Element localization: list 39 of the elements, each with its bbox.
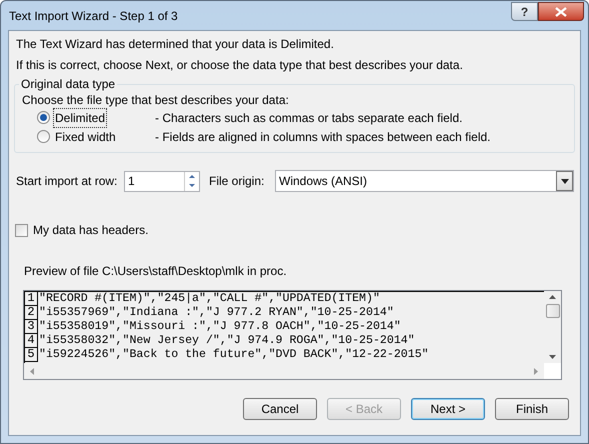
radio-button[interactable] bbox=[37, 111, 50, 124]
start-row-label: Start import at row: bbox=[16, 173, 118, 190]
close-button[interactable] bbox=[538, 2, 584, 21]
close-icon bbox=[555, 6, 567, 16]
window-title: Text Import Wizard - Step 1 of 3 bbox=[9, 8, 179, 24]
radio-label[interactable]: Delimited bbox=[54, 108, 106, 126]
preview-line: "i55358019","Missouri :","J 977.8 OACH","10-25-2014" bbox=[38, 320, 401, 334]
dialog-button[interactable]: Next > bbox=[411, 398, 485, 420]
line-number: 3 bbox=[25, 320, 38, 334]
option-description: - Fields are aligned in columns with spaces between each field. bbox=[155, 128, 491, 146]
radio-button[interactable] bbox=[37, 130, 50, 143]
dropdown-arrow-icon bbox=[560, 178, 568, 184]
option-description: - Characters such as commas or tabs separate each field. bbox=[155, 110, 462, 126]
scroll-right-icon[interactable] bbox=[532, 366, 540, 376]
vertical-scrollbar[interactable] bbox=[544, 291, 561, 363]
preview-line: "i59224526","Back to the future","DVD BACK","12-22-2015" bbox=[38, 348, 429, 362]
preview-line: "i55357969","Indiana :","J 977.2 RYAN","10-25-2014" bbox=[38, 306, 394, 320]
file-origin-dropdown[interactable]: Windows (ANSI) bbox=[275, 170, 574, 192]
preview-line: "i55358032","New Jersey /","J 974.9 ROGA","10-25-2014" bbox=[38, 334, 415, 348]
start-row-spinner[interactable]: 1 bbox=[124, 170, 200, 192]
dialog-button[interactable]: Cancel bbox=[243, 398, 317, 420]
group-prompt: Choose the file type that best describes your data: bbox=[22, 93, 290, 108]
dialog-button[interactable]: Finish bbox=[495, 398, 569, 420]
scroll-thumb[interactable] bbox=[546, 304, 560, 318]
checkbox-label[interactable]: My data has headers. bbox=[33, 221, 148, 239]
file-origin-label: File origin: bbox=[209, 173, 266, 190]
line-number: 5 bbox=[25, 348, 38, 362]
help-button[interactable]: ? bbox=[511, 2, 538, 21]
line-number: 1 bbox=[25, 292, 38, 306]
preview-line: "RECORD #(ITEM)","245|a","CALL #","UPDATED(ITEM)" bbox=[38, 292, 380, 306]
intro-text: The Text Wizard has determined that your data is Delimited. bbox=[15, 36, 335, 52]
checkbox[interactable] bbox=[15, 224, 28, 236]
line-number: 2 bbox=[25, 306, 38, 320]
preview-title: Preview of file C:\Users\staff\Desktop\mlk in proc. bbox=[24, 264, 288, 278]
radio-label[interactable]: Fixed width bbox=[54, 128, 117, 146]
group-title: Original data type bbox=[19, 76, 118, 92]
intro-text: If this is correct, choose Next, or choose the data type that best describes your data. bbox=[15, 56, 464, 74]
scroll-left-icon[interactable] bbox=[28, 366, 36, 376]
line-number: 4 bbox=[25, 334, 38, 348]
